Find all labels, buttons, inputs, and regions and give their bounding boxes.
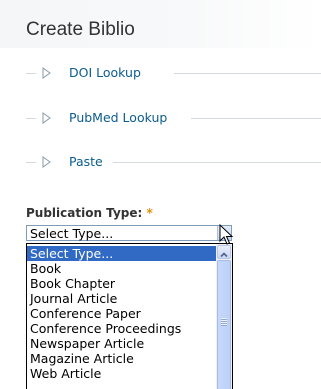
option-select-type[interactable]: Select Type... bbox=[27, 246, 216, 261]
dropdown-scrollbar[interactable] bbox=[216, 244, 232, 389]
thumb-grip bbox=[221, 318, 227, 326]
pubmed-lookup-link[interactable]: PubMed Lookup bbox=[69, 110, 167, 126]
publication-type-select[interactable]: Select Type... bbox=[26, 225, 232, 241]
option-journal-article[interactable]: Journal Article bbox=[27, 291, 216, 306]
publication-type-select-value: Select Type... bbox=[30, 226, 114, 241]
triangle-right-icon bbox=[42, 156, 51, 168]
page-title: Create Biblio bbox=[26, 19, 135, 40]
paste-link[interactable]: Paste bbox=[69, 154, 103, 170]
publication-type-label-text: Publication Type: bbox=[26, 206, 143, 220]
option-newspaper-article[interactable]: Newspaper Article bbox=[27, 336, 216, 351]
required-marker: * bbox=[146, 206, 153, 220]
fieldset-pubmed-lookup[interactable]: PubMed Lookup bbox=[26, 110, 321, 126]
triangle-right-icon bbox=[42, 112, 51, 124]
option-web-article[interactable]: Web Article bbox=[27, 366, 216, 381]
publication-type-label: Publication Type: * bbox=[26, 206, 153, 220]
legend-line-left bbox=[26, 73, 36, 74]
doi-lookup-link[interactable]: DOI Lookup bbox=[69, 65, 141, 81]
option-book[interactable]: Book bbox=[27, 261, 216, 276]
legend-line-right bbox=[174, 73, 321, 74]
legend-line-left bbox=[26, 118, 36, 119]
mouse-pointer-icon bbox=[219, 224, 234, 245]
legend-line-left bbox=[26, 162, 36, 163]
title-bar: Create Biblio bbox=[0, 0, 321, 48]
fieldset-paste[interactable]: Paste bbox=[26, 154, 321, 170]
scroll-thumb[interactable] bbox=[217, 260, 231, 389]
option-conference-paper[interactable]: Conference Paper bbox=[27, 306, 216, 321]
legend-line-right bbox=[191, 118, 321, 119]
option-magazine-article[interactable]: Magazine Article bbox=[27, 351, 216, 366]
legend-line-right bbox=[113, 162, 321, 163]
option-book-chapter[interactable]: Book Chapter bbox=[27, 276, 216, 291]
triangle-right-icon bbox=[42, 67, 51, 79]
fieldset-doi-lookup[interactable]: DOI Lookup bbox=[26, 65, 321, 81]
option-conference-proceedings[interactable]: Conference Proceedings bbox=[27, 321, 216, 336]
publication-type-dropdown-list[interactable]: Select Type... Book Book Chapter Journal… bbox=[26, 243, 233, 389]
